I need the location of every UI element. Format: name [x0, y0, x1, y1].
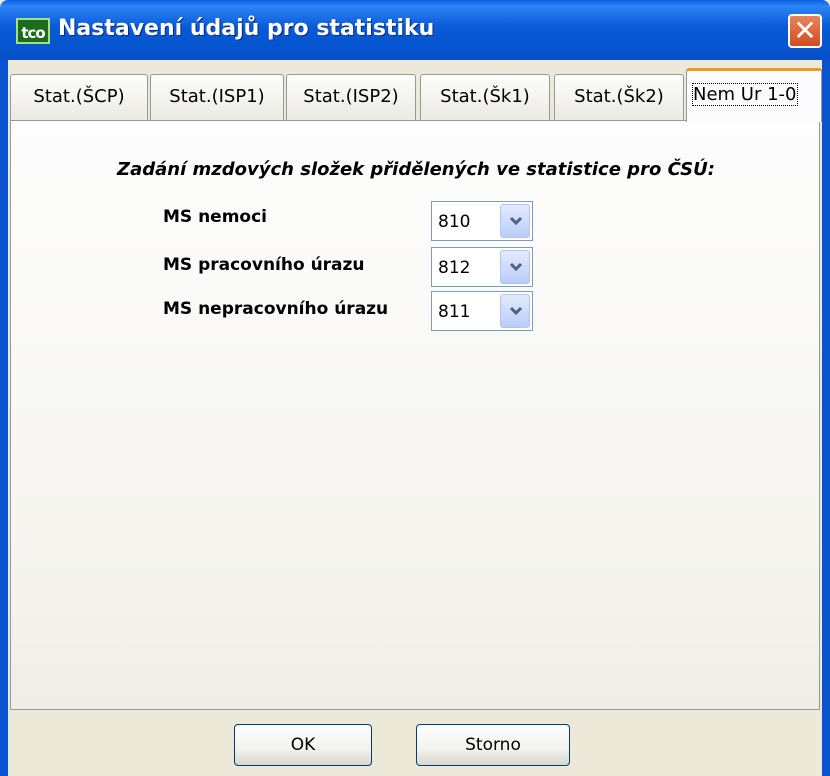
dialog-window: tco Nastavení údajů pro statistiku ✕ Sta… — [0, 0, 830, 776]
panel-heading: Zadání mzdových složek přidělených ve st… — [117, 159, 715, 180]
close-button[interactable]: ✕ — [788, 14, 822, 48]
combo-ms-nepracovniho-urazu-value: 811 — [438, 302, 471, 322]
chevron-down-icon — [509, 262, 523, 272]
chevron-down-icon — [509, 216, 523, 226]
app-icon: tco — [16, 18, 50, 44]
tab-stat-isp2[interactable]: Stat.(ISP2) — [286, 74, 416, 120]
tab-stat-scp[interactable]: Stat.(ŠCP) — [10, 74, 148, 120]
combo-ms-nemoci-value: 810 — [438, 212, 471, 232]
ok-button[interactable]: OK — [234, 724, 372, 766]
tab-nem-ur[interactable]: Nem Ur 1-0 — [686, 68, 822, 122]
combo-ms-nemoci-dropdown[interactable] — [500, 204, 530, 238]
label-ms-pracovniho-urazu: MS pracovního úrazu — [163, 255, 365, 275]
window-frame-right — [822, 60, 830, 776]
label-ms-nemoci: MS nemoci — [163, 207, 268, 227]
combo-ms-pracovniho-urazu-dropdown[interactable] — [500, 250, 530, 284]
combo-ms-nemoci[interactable]: 810 — [431, 201, 533, 241]
tab-nem-ur-label: Nem Ur 1-0 — [692, 83, 798, 106]
combo-ms-nepracovniho-urazu-dropdown[interactable] — [500, 294, 530, 328]
tab-panel: Zadání mzdových složek přidělených ve st… — [10, 120, 820, 710]
tab-stat-sk1[interactable]: Stat.(Šk1) — [420, 74, 550, 120]
chevron-down-icon — [509, 306, 523, 316]
tab-strip: Stat.(ŠCP) Stat.(ISP1) Stat.(ISP2) Stat.… — [8, 68, 822, 122]
title-bar[interactable]: tco Nastavení údajů pro statistiku ✕ — [0, 0, 830, 60]
combo-ms-pracovniho-urazu-value: 812 — [438, 258, 471, 278]
tab-stat-sk2[interactable]: Stat.(Šk2) — [554, 74, 684, 120]
window-title: Nastavení údajů pro statistiku — [58, 16, 435, 41]
close-icon: ✕ — [793, 14, 817, 47]
combo-ms-nepracovniho-urazu[interactable]: 811 — [431, 291, 533, 331]
combo-ms-pracovniho-urazu[interactable]: 812 — [431, 247, 533, 287]
label-ms-nepracovniho-urazu: MS nepracovního úrazu — [163, 299, 389, 319]
tab-stat-isp1[interactable]: Stat.(ISP1) — [150, 74, 284, 120]
cancel-button[interactable]: Storno — [416, 724, 570, 766]
window-frame-left — [0, 60, 8, 776]
